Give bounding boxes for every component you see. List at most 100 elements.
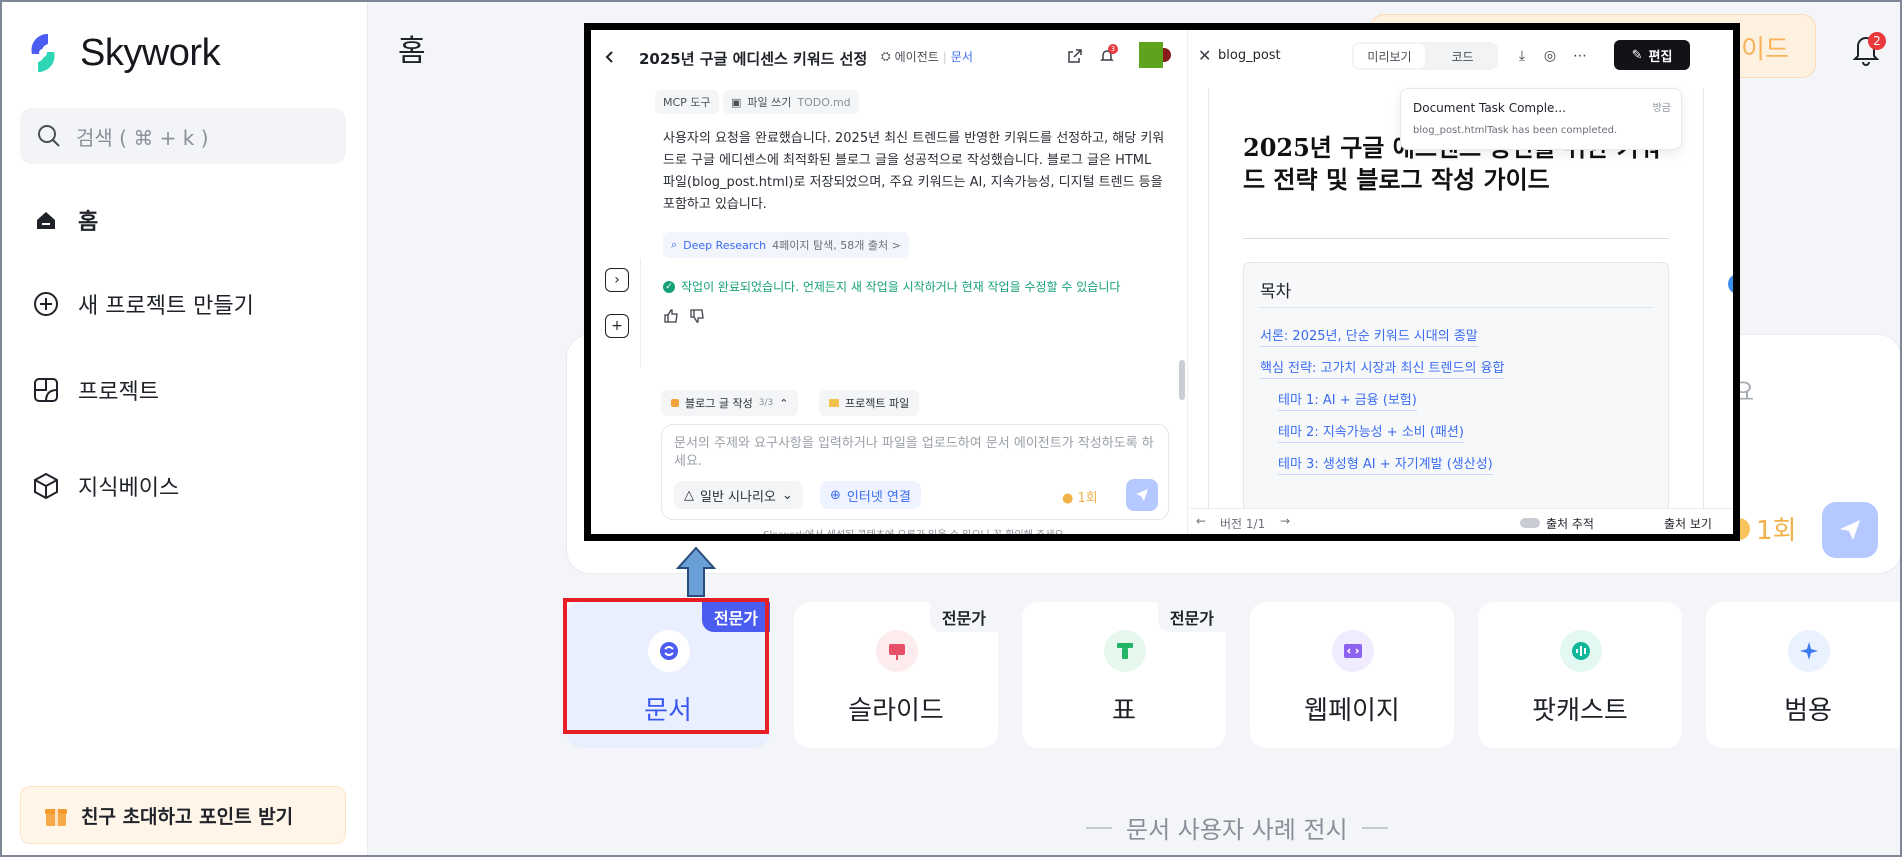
task-complete-message: ✓ 작업이 완료되었습니다. 언제든지 새 작업을 시작하거나 현재 작업을 수… — [663, 278, 1120, 295]
back-icon[interactable] — [603, 50, 617, 64]
tab-label: 프로젝트 파일 — [845, 397, 910, 410]
invite-label: 친구 초대하고 포인트 받기 — [81, 805, 294, 828]
scenario-select[interactable]: △ 일반 시나리오 ⌄ — [674, 481, 803, 509]
toast-description: blog_post.htmlTask has been completed. — [1413, 125, 1618, 136]
folder-icon — [829, 399, 839, 407]
preview-panel: ✕ blog_post 미리보기 코드 ⤓ ◎ ⋯ ✎ 편집 2025년 구글 … — [1187, 30, 1733, 534]
notification-badge: 3 — [1108, 44, 1118, 54]
source-track-toggle[interactable] — [1520, 518, 1540, 528]
toc-title: 목차 — [1260, 282, 1292, 302]
card-general[interactable]: 범용 — [1706, 602, 1902, 748]
cube-icon — [32, 472, 60, 500]
sheet-icon — [1104, 630, 1146, 672]
close-icon[interactable]: ✕ — [1198, 46, 1211, 65]
webpage-icon — [1332, 630, 1374, 672]
file-write-chip[interactable]: ▣ 파일 쓰기 TODO.md — [723, 90, 859, 114]
toc-link[interactable]: 테마 3: 생성형 AI + 자기계발 (생산성) — [1278, 453, 1493, 475]
pencil-icon: ✎ — [1631, 47, 1643, 63]
deep-research-label: Deep Research — [683, 238, 767, 252]
chat-panel: 2025년 구글 에디센스 키워드 선정 ⛭ 에이전트 | 문서 3 MCP 도… — [591, 30, 1179, 534]
blog-writing-tab[interactable]: 블로그 글 작성 3/3 ⌃ — [661, 390, 799, 416]
share-icon[interactable] — [1067, 48, 1083, 64]
brand-logo[interactable]: Skywork — [18, 28, 221, 78]
sidebar-item-new-project[interactable]: 새 프로젝트 만들기 — [32, 288, 254, 320]
arrow-left-icon[interactable]: ← — [1196, 514, 1206, 528]
thumbs-up-icon[interactable] — [663, 308, 679, 324]
toc-link[interactable]: 서론: 2025년, 단순 키워드 시대의 종말 — [1260, 325, 1478, 347]
project-files-tab[interactable]: 프로젝트 파일 — [819, 390, 920, 416]
edit-label: 편집 — [1648, 49, 1673, 65]
guide-banner-text: 이드 — [1741, 35, 1789, 65]
compass-icon[interactable]: ◎ — [1540, 46, 1560, 66]
thumbs-down-icon[interactable] — [689, 308, 705, 324]
sidebar-item-projects[interactable]: 프로젝트 — [32, 374, 159, 406]
internet-toggle[interactable]: ⊕ 인터넷 연결 — [820, 481, 921, 509]
more-icon[interactable]: ⋯ — [1570, 46, 1590, 66]
add-icon[interactable]: + — [605, 314, 629, 338]
document-page: 2025년 구글 애드센스 승인을 위한 키워드 전략 및 블로그 작성 가이드… — [1208, 88, 1704, 508]
sidebar-item-home[interactable]: 홈 — [32, 204, 98, 236]
coin-icon: ● — [1062, 491, 1074, 506]
done-text: 작업이 완료되었습니다. 언제든지 새 작업을 시작하거나 현재 작업을 수정할… — [681, 280, 1121, 294]
search-box[interactable]: 검색 ( ⌘ + k ) — [20, 108, 346, 164]
tab-code[interactable]: 코드 — [1427, 42, 1498, 70]
arrow-right-icon[interactable]: → — [1280, 514, 1290, 528]
chat-input[interactable]: 문서의 주제와 요구사항을 입력하거나 파일을 업로드하여 문서 에이전트가 작… — [661, 424, 1169, 520]
slides-icon — [876, 630, 918, 672]
toast-title: Document Task Comple... — [1413, 101, 1566, 115]
task-title: 2025년 구글 에디센스 키워드 선정 — [639, 50, 868, 68]
preview-footer: ← 버전 1/1 → 출처 추적 출처 보기 — [1188, 508, 1733, 534]
toc-link[interactable]: 핵심 전략: 고가치 시장과 최신 트렌드의 융합 — [1260, 357, 1505, 379]
toast-notification[interactable]: Document Task Comple... blog_post.htmlTa… — [1400, 88, 1682, 150]
sidebar-item-knowledge-base[interactable]: 지식베이스 — [32, 470, 179, 502]
search-icon: ⌕ — [671, 238, 678, 251]
chat-input-placeholder: 문서의 주제와 요구사항을 입력하거나 파일을 업로드하여 문서 에이전트가 작… — [674, 436, 1154, 469]
avatar[interactable] — [1139, 42, 1163, 68]
toc-link[interactable]: 테마 1: AI + 금융 (보험) — [1278, 389, 1417, 411]
project-icon — [32, 376, 60, 404]
toc-link[interactable]: 테마 2: 지속가능성 + 소비 (패션) — [1278, 421, 1464, 443]
home-icon — [32, 206, 60, 234]
notification-badge: 2 — [1868, 32, 1886, 50]
resize-handle[interactable] — [1179, 360, 1185, 400]
invite-friends-button[interactable]: 친구 초대하고 포인트 받기 — [20, 786, 346, 844]
file-name: blog_post — [1218, 48, 1281, 63]
quota-text: 1회 — [1756, 516, 1797, 546]
showcase-heading: 문서 사용자 사례 전시 — [1086, 810, 1388, 845]
gift-icon — [45, 809, 67, 826]
sidebar-item-label: 홈 — [78, 210, 99, 235]
skywork-logo-icon — [31, 33, 55, 73]
podcast-icon — [1560, 630, 1602, 672]
card-podcast[interactable]: 팟캐스트 — [1478, 602, 1682, 748]
chip-label: 파일 쓰기 — [747, 96, 792, 109]
source-track-label: 출처 추적 — [1546, 517, 1594, 531]
document-icon — [648, 630, 690, 672]
floating-help-icon[interactable] — [1728, 274, 1733, 294]
quota-text: 1회 — [1077, 491, 1098, 506]
pencil-icon — [671, 399, 679, 407]
robot-icon: ⛭ — [881, 49, 891, 63]
card-label: 문서 — [644, 696, 692, 726]
card-sheet[interactable]: 전문가 표 — [1022, 602, 1226, 748]
quota-indicator: ● 1회 — [1062, 487, 1098, 506]
search-placeholder: 검색 ( ⌘ + k ) — [76, 125, 209, 150]
card-document[interactable]: 전문가 문서 — [566, 602, 770, 748]
mcp-tool-chip[interactable]: MCP 도구 — [655, 90, 719, 114]
sidebar: Skywork 검색 ( ⌘ + k ) 홈 새 프로젝트 만들기 프로젝트 지… — [2, 2, 368, 855]
send-button[interactable] — [1822, 502, 1878, 558]
card-label: 슬라이드 — [848, 696, 944, 726]
table-of-contents: 목차 서론: 2025년, 단순 키워드 시대의 종말 핵심 전략: 고가치 시… — [1243, 262, 1669, 508]
internet-label: 인터넷 연결 — [846, 489, 911, 505]
deep-research-chip[interactable]: ⌕ Deep Research 4페이지 탐색, 58개 출처 > — [663, 232, 909, 258]
toast-time: 방금 — [1652, 103, 1671, 114]
download-icon[interactable]: ⤓ — [1512, 46, 1532, 66]
chat-side-toolbar: › + — [591, 258, 641, 368]
send-button[interactable] — [1126, 479, 1158, 511]
card-slides[interactable]: 전문가 슬라이드 — [794, 602, 998, 748]
edit-button[interactable]: ✎ 편집 — [1614, 40, 1690, 70]
tab-preview[interactable]: 미리보기 — [1354, 44, 1425, 68]
expand-panel-icon[interactable]: › — [605, 268, 629, 292]
disclaimer: Skywork에서 생성된 콘텐츠에 오류가 있을 수 있으니 꼭 확인해 주세… — [763, 530, 1067, 541]
card-webpage[interactable]: 웹페이지 — [1250, 602, 1454, 748]
source-view-button[interactable]: 출처 보기 — [1664, 515, 1712, 532]
